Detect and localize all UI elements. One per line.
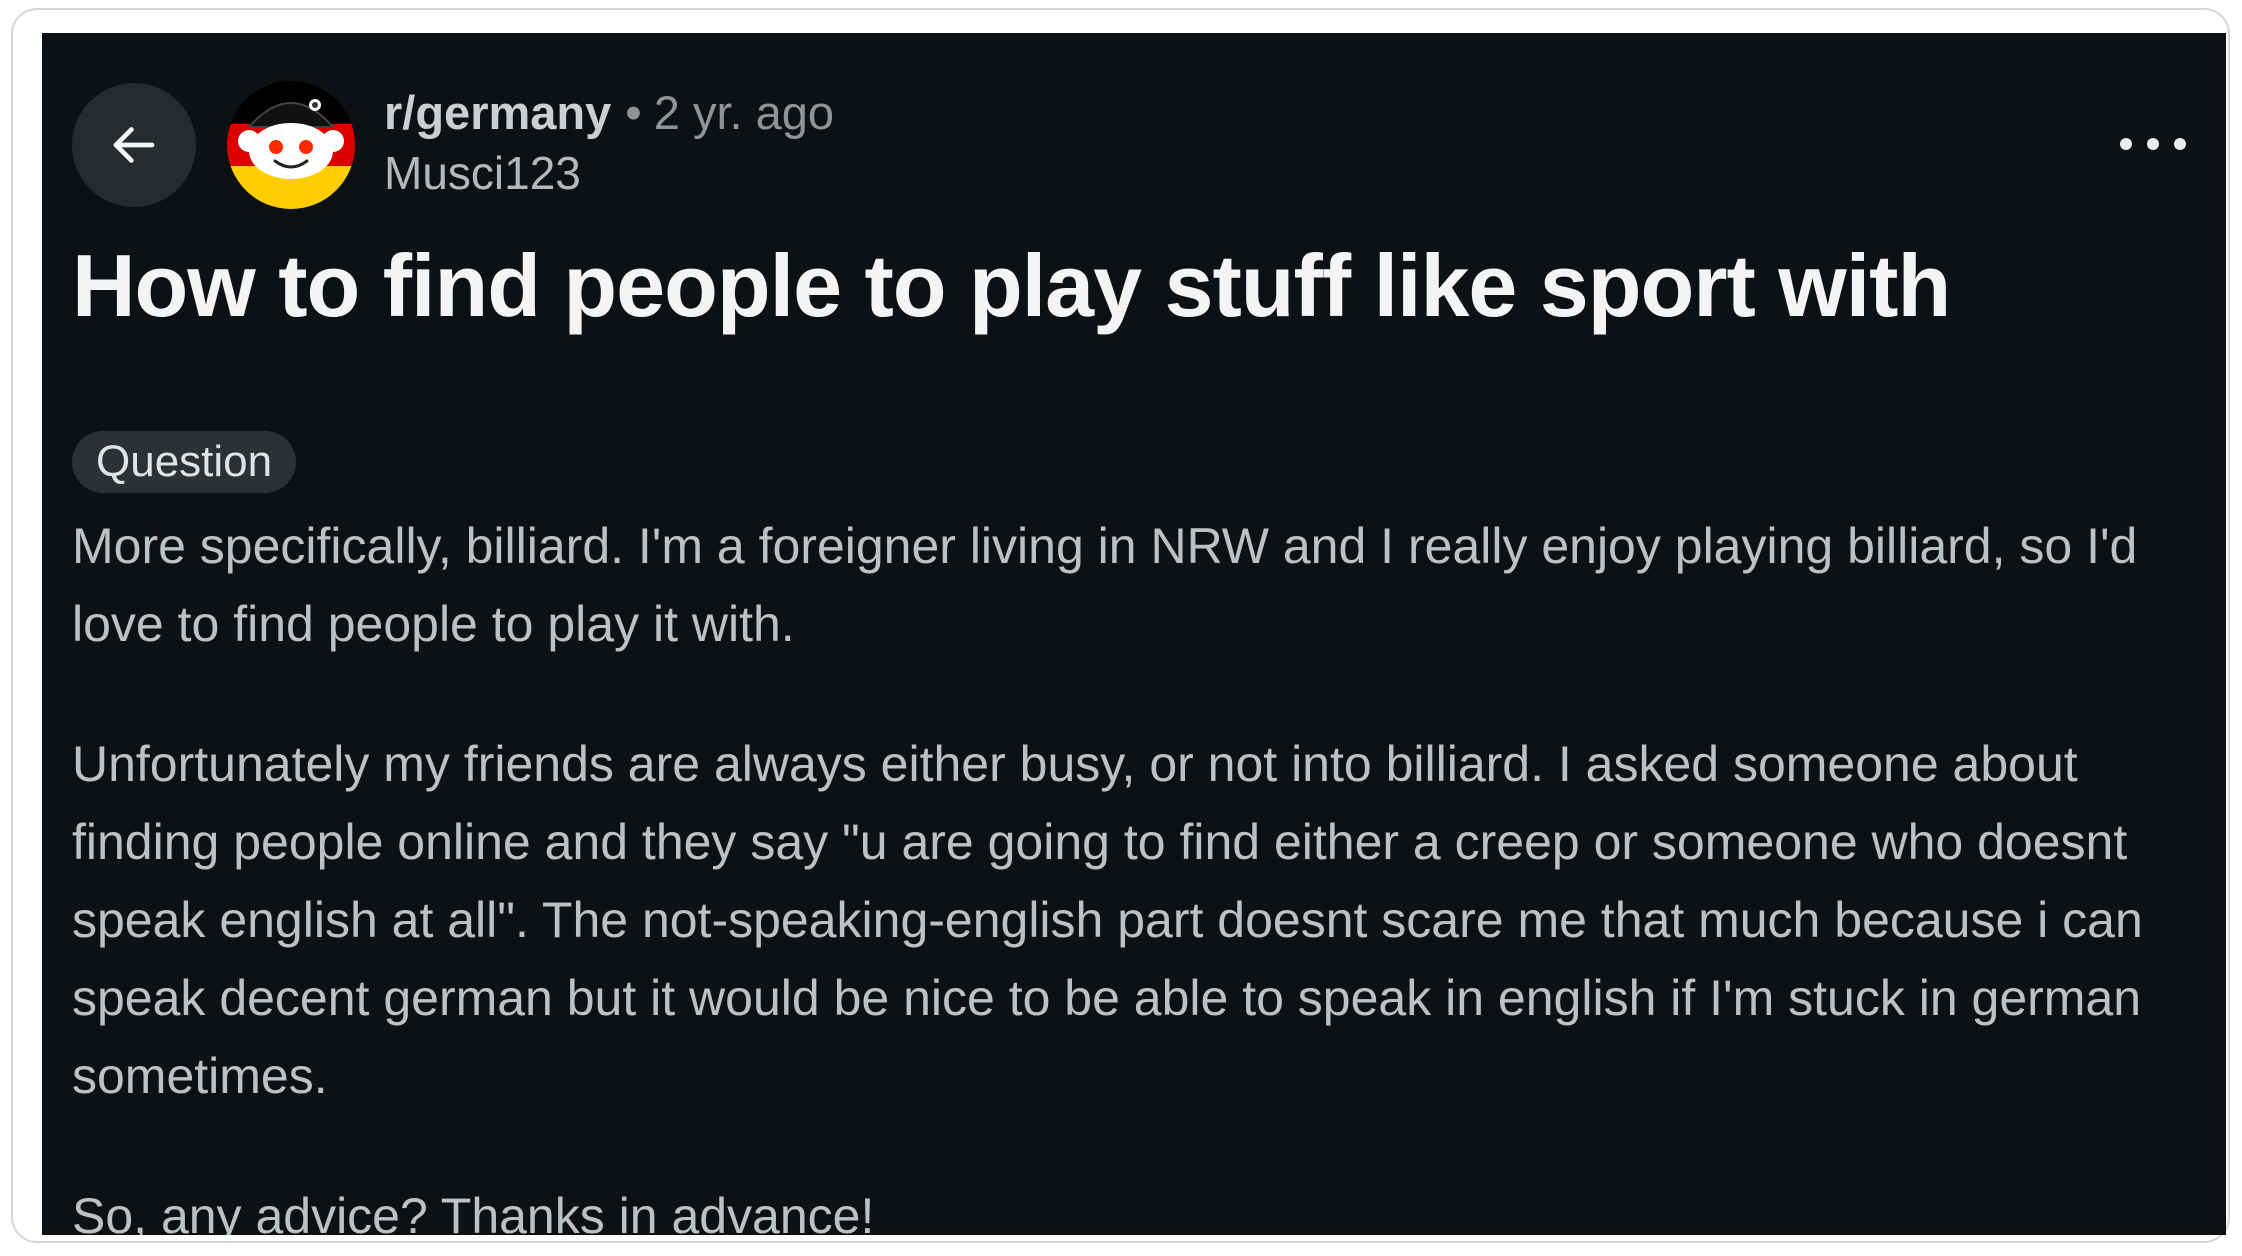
post-time: 2 yr. ago: [653, 86, 835, 139]
post-meta: r/germany • 2 yr. ago Musci123: [384, 83, 834, 213]
post-paragraph: So, any advice? Thanks in advance!: [72, 1188, 875, 1235]
post-body: More specifically, billiard. I'm a forei…: [72, 507, 2202, 1235]
meta-separator: •: [625, 86, 642, 139]
post-flair[interactable]: Question: [72, 431, 297, 493]
post-title: How to find people to play stuff like sp…: [72, 236, 1951, 335]
more-options-icon-dot: [2120, 138, 2132, 150]
screenshot-frame: r/germany • 2 yr. ago Musci123 How to fi…: [11, 8, 2230, 1243]
more-options-icon-dot: [2174, 138, 2186, 150]
more-options-icon-dot: [2147, 138, 2159, 150]
more-options-button[interactable]: [2120, 119, 2186, 169]
back-button[interactable]: [72, 83, 196, 207]
subreddit-avatar[interactable]: [227, 81, 355, 209]
post-paragraph: Unfortunately my friends are always eith…: [72, 736, 2143, 1104]
post-container: r/germany • 2 yr. ago Musci123 How to fi…: [42, 33, 2226, 1235]
post-paragraph: More specifically, billiard. I'm a forei…: [72, 518, 2138, 652]
arrow-left-icon: [113, 127, 155, 163]
subreddit-link[interactable]: r/germany: [384, 83, 611, 143]
post-meta-line: r/germany • 2 yr. ago: [384, 83, 834, 143]
snoo-germany-icon: [227, 81, 355, 209]
author-link[interactable]: Musci123: [384, 143, 834, 203]
